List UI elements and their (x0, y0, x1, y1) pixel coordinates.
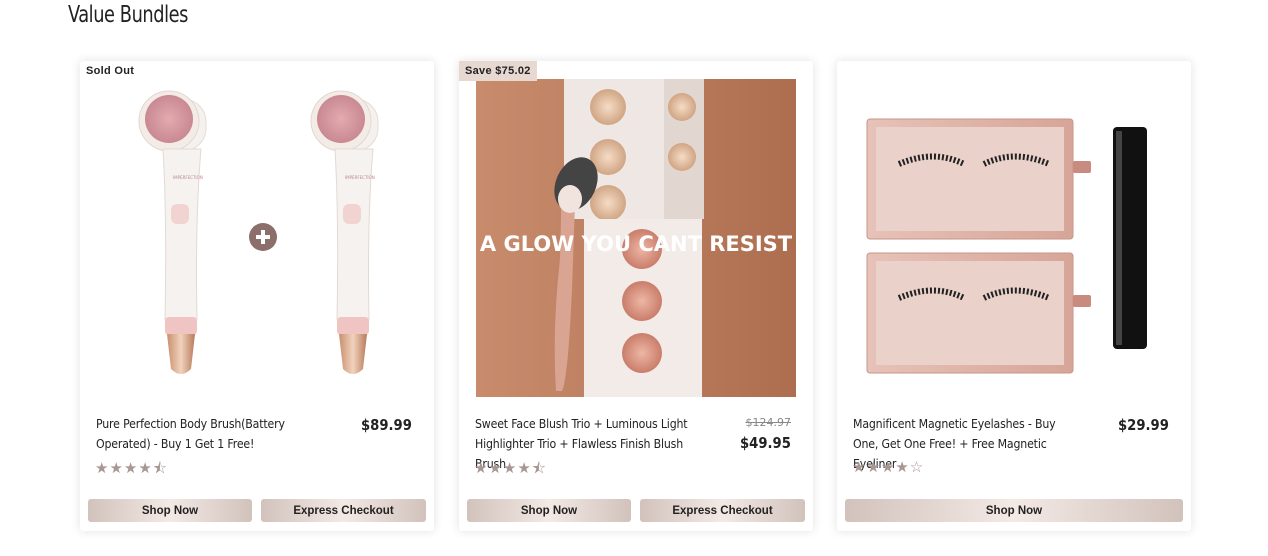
product-card-body-brush[interactable]: Sold Out IMPERFECTION Pure Perfection Bo… (80, 61, 434, 531)
express-checkout-button[interactable]: Express Checkout (640, 499, 805, 522)
blush-palette-illustration: A GLOW YOU CANT RESIST (476, 79, 796, 397)
rating-stars: ★★★★☆ (852, 459, 925, 476)
save-badge: Save $75.02 (459, 61, 537, 81)
product-image-blush-trio[interactable]: A GLOW YOU CANT RESIST (476, 79, 796, 397)
eyelash-kit-illustration (866, 118, 1147, 374)
body-brush-illustration: IMPERFECTION (138, 90, 379, 375)
product-card-blush-trio[interactable]: Save $75.02 A GLOW YOU CANT RESIST Sweet… (459, 61, 813, 531)
shop-now-button[interactable]: Shop Now (467, 499, 631, 522)
sold-out-badge: Sold Out (86, 65, 135, 77)
shop-now-button[interactable]: Shop Now (845, 499, 1183, 522)
product-title[interactable]: Pure Perfection Body Brush(Battery Opera… (96, 414, 323, 454)
image-overlay-text: A GLOW YOU CANT RESIST (480, 232, 793, 256)
section-title: Value Bundles (68, 2, 189, 28)
express-checkout-button[interactable]: Express Checkout (261, 499, 426, 522)
original-price: $124.97 (745, 416, 792, 429)
product-price: $89.99 (361, 416, 412, 434)
rating-stars: ★★★★⯪ (474, 460, 547, 477)
product-image-magnetic-eyelashes[interactable] (854, 79, 1174, 397)
svg-text:IMPERFECTION: IMPERFECTION (173, 175, 203, 180)
sale-price: $49.95 (740, 434, 791, 452)
product-card-magnetic-eyelashes[interactable]: Magnificent Magnetic Eyelashes - Buy One… (837, 61, 1191, 531)
product-price: $29.99 (1118, 416, 1169, 434)
rating-stars: ★★★★⯪ (95, 460, 168, 477)
product-image-body-brush[interactable]: IMPERFECTION (97, 79, 417, 397)
shop-now-button[interactable]: Shop Now (88, 499, 252, 522)
